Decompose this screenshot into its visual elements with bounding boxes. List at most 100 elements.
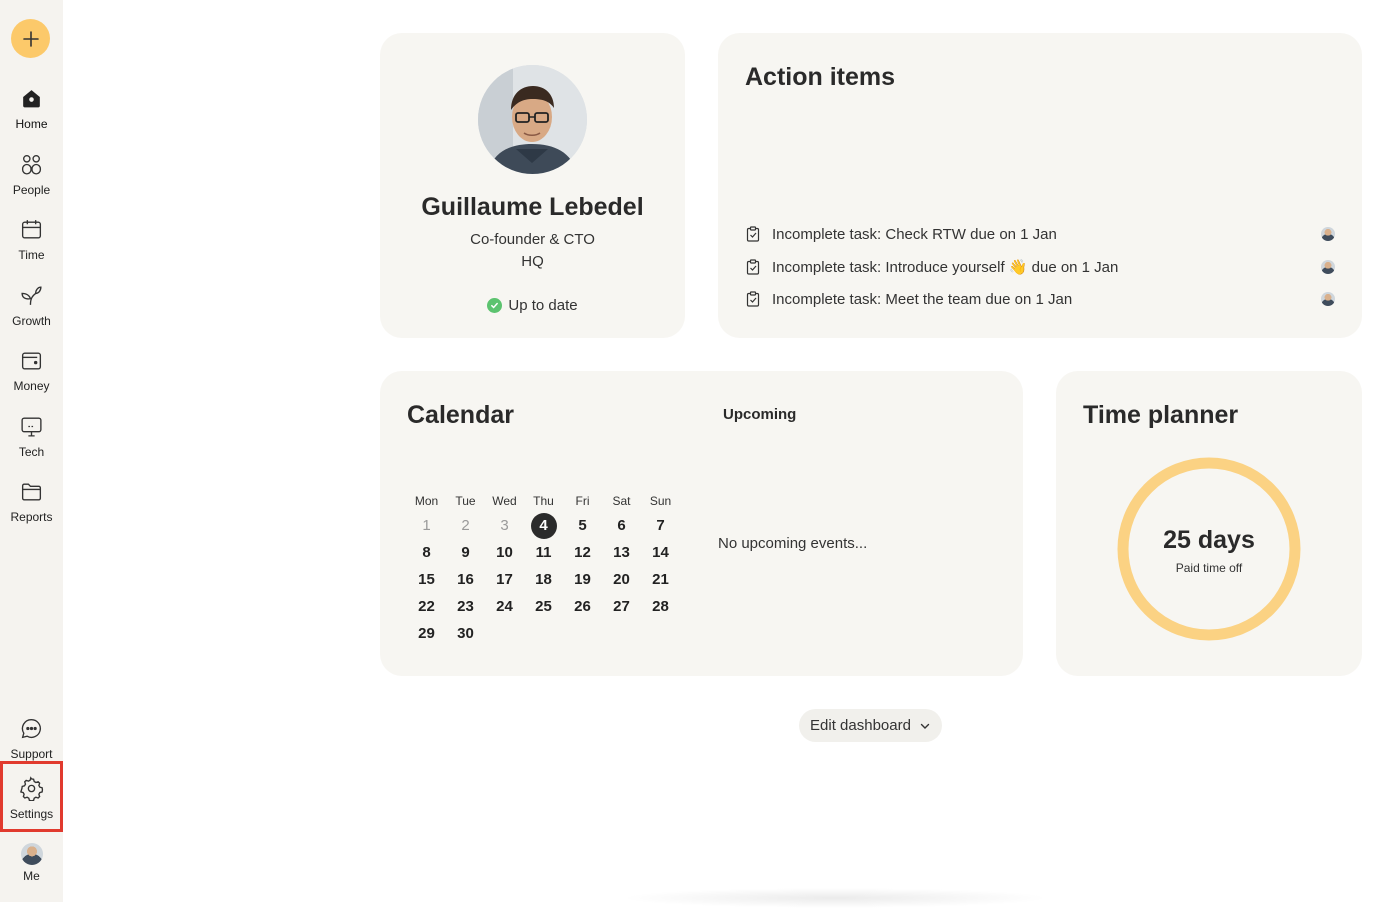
calendar-day-number: 2	[461, 517, 470, 534]
clipboard-check-icon	[746, 291, 760, 307]
clipboard-check-icon	[746, 259, 760, 275]
calendar-day[interactable]: 25	[524, 596, 563, 623]
sidebar-item-label: Money	[13, 379, 50, 393]
calendar-day-number: 16	[457, 571, 474, 588]
action-item-text: Incomplete task: Introduce yourself 👋 du…	[772, 259, 1119, 276]
action-item[interactable]: Incomplete task: Meet the team due on 1 …	[745, 288, 1335, 310]
calendar-day[interactable]: 9	[446, 542, 485, 569]
calendar-day[interactable]: 21	[641, 569, 680, 596]
sidebar-item-settings[interactable]: Settings	[0, 761, 63, 832]
sidebar-item-support[interactable]: Support	[0, 708, 63, 766]
calendar-grid: Mon Tue Wed Thu Fri Sat Sun 1 2 3 4 5 6 7 8 9 10 11 12 13 14…	[407, 493, 680, 650]
sidebar-item-label: People	[12, 183, 51, 197]
sprout-icon	[21, 286, 42, 305]
profile-card: Guillaume Lebedel Co-founder & CTO HQ Up…	[380, 33, 685, 338]
calendar-day-number: 12	[574, 544, 591, 561]
assignee-avatar[interactable]	[1321, 260, 1335, 274]
sidebar-item-people[interactable]: People	[0, 144, 63, 202]
action-item[interactable]: Incomplete task: Introduce yourself 👋 du…	[745, 256, 1335, 278]
sidebar-item-label: Settings	[9, 807, 54, 821]
calendar-day[interactable]: 2	[446, 515, 485, 542]
calendar-day-number: 11	[535, 544, 552, 561]
calendar-day-number: 23	[457, 598, 474, 615]
sidebar-item-growth[interactable]: Growth	[0, 275, 63, 333]
gear-icon	[20, 776, 44, 801]
calendar-day-number: 8	[422, 544, 431, 561]
sidebar-item-label: Reports	[10, 510, 53, 524]
calendar-day-number: 3	[500, 517, 509, 534]
upcoming-label: Upcoming	[723, 406, 797, 423]
profile-name: Guillaume Lebedel	[421, 193, 644, 221]
sidebar-item-time[interactable]: Time	[0, 209, 63, 267]
profile-avatar[interactable]	[478, 65, 587, 174]
assignee-avatar[interactable]	[1321, 292, 1335, 306]
calendar-day[interactable]: 22	[407, 596, 446, 623]
action-items-card: Action items Incomplete task: Check RTW …	[718, 33, 1362, 338]
calendar-day-number: 15	[418, 571, 435, 588]
weekday-header: Sun	[649, 494, 672, 508]
calendar-day-number: 25	[535, 598, 552, 615]
action-items-title: Action items	[745, 63, 896, 91]
calendar-day[interactable]: 17	[485, 569, 524, 596]
calendar-day[interactable]: 26	[563, 596, 602, 623]
calendar-day[interactable]: 19	[563, 569, 602, 596]
calendar-day[interactable]: 18	[524, 569, 563, 596]
sidebar-item-money[interactable]: Money	[0, 340, 63, 398]
calendar-title: Calendar	[407, 401, 514, 429]
calendar-day[interactable]: 3	[485, 515, 524, 542]
calendar-day-number: 24	[496, 598, 513, 615]
calendar-day-number: 27	[613, 598, 630, 615]
calendar-day[interactable]: 23	[446, 596, 485, 623]
weekday-header: Tue	[455, 494, 476, 508]
add-button[interactable]	[11, 19, 50, 58]
wallet-icon	[21, 352, 42, 370]
sidebar-item-label: Tech	[18, 445, 45, 459]
time-planner-card: Time planner 25 days Paid time off	[1056, 371, 1362, 676]
calendar-day[interactable]: 8	[407, 542, 446, 569]
calendar-day[interactable]: 10	[485, 542, 524, 569]
calendar-day[interactable]: 11	[524, 542, 563, 569]
calendar-day[interactable]: 12	[563, 542, 602, 569]
pto-label: Paid time off	[1175, 561, 1243, 575]
calendar-day-today[interactable]: 4	[524, 513, 563, 542]
time-planner-title: Time planner	[1083, 401, 1239, 429]
weekday-header: Thu	[533, 494, 554, 508]
sidebar-item-label: Time	[18, 248, 45, 262]
calendar-day[interactable]: 14	[641, 542, 680, 569]
calendar-day-number: 17	[496, 571, 513, 588]
action-item-text: Incomplete task: Check RTW due on 1 Jan	[772, 225, 1057, 243]
calendar-day[interactable]: 5	[563, 515, 602, 542]
calendar-day[interactable]: 24	[485, 596, 524, 623]
sidebar-item-home[interactable]: Home	[0, 78, 63, 136]
calendar-day[interactable]: 20	[602, 569, 641, 596]
edit-dashboard-button[interactable]: Edit dashboard	[799, 709, 942, 742]
calendar-day[interactable]: 15	[407, 569, 446, 596]
calendar-day-number: 20	[613, 571, 630, 588]
calendar-day[interactable]: 1	[407, 515, 446, 542]
calendar-day[interactable]: 16	[446, 569, 485, 596]
calendar-day[interactable]: 6	[602, 515, 641, 542]
action-item[interactable]: Incomplete task: Check RTW due on 1 Jan	[745, 223, 1335, 245]
profile-photo-image	[478, 65, 587, 174]
calendar-day[interactable]: 29	[407, 623, 446, 650]
weekday-header: Sat	[612, 494, 631, 508]
plus-icon	[22, 30, 39, 47]
sidebar-item-me[interactable]: Me	[0, 833, 63, 891]
profile-status-text: Up to date	[508, 297, 578, 314]
calendar-day[interactable]: 30	[446, 623, 485, 650]
calendar-day[interactable]: 7	[641, 515, 680, 542]
pto-value: 25 days	[1163, 526, 1255, 554]
sidebar-item-reports[interactable]: Reports	[0, 471, 63, 529]
chevron-down-icon	[920, 723, 930, 729]
assignee-avatar[interactable]	[1321, 227, 1335, 241]
calendar-day-number: 10	[496, 544, 513, 561]
calendar-day[interactable]: 27	[602, 596, 641, 623]
weekday-header: Mon	[414, 494, 439, 508]
calendar-day-number: 9	[461, 544, 470, 561]
calendar-day-number: 7	[656, 517, 665, 534]
monitor-icon	[21, 417, 42, 437]
calendar-day-number: 14	[652, 544, 669, 561]
sidebar-item-tech[interactable]: Tech	[0, 406, 63, 464]
calendar-day[interactable]: 28	[641, 596, 680, 623]
calendar-day[interactable]: 13	[602, 542, 641, 569]
